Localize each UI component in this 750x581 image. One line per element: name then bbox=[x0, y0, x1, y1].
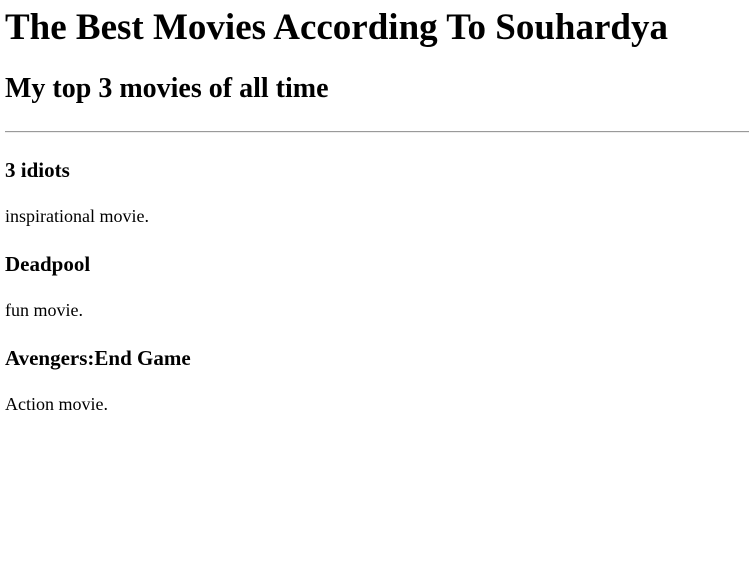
movie-title: 3 idiots bbox=[5, 158, 70, 182]
movie-description: Action movie. bbox=[5, 394, 108, 414]
divider bbox=[5, 131, 749, 133]
page-title: The Best Movies According To Souhardya bbox=[5, 7, 669, 48]
movie-item: 3 idiots inspirational movie. bbox=[5, 158, 750, 227]
page-body: The Best Movies According To Souhardya M… bbox=[0, 0, 750, 415]
movie-item: Avengers:End Game Action movie. bbox=[5, 346, 750, 415]
page-subtitle: My top 3 movies of all time bbox=[5, 73, 329, 104]
movie-item: Deadpool fun movie. bbox=[5, 252, 750, 321]
movie-title: Avengers:End Game bbox=[5, 346, 191, 370]
movie-description: fun movie. bbox=[5, 300, 83, 320]
movie-description: inspirational movie. bbox=[5, 206, 149, 226]
movie-title: Deadpool bbox=[5, 252, 91, 276]
